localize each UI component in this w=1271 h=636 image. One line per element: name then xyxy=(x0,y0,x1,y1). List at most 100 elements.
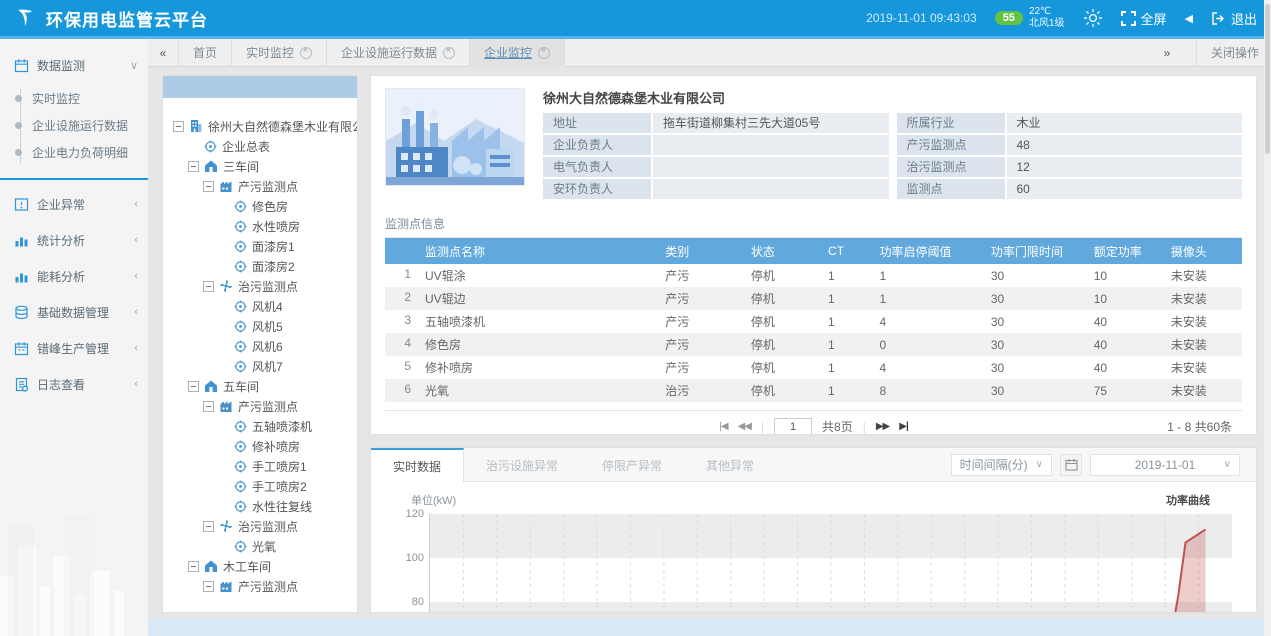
tree-node-label: 手工喷房2 xyxy=(252,478,307,495)
sidebar-item-3[interactable]: 能耗分析‹ xyxy=(0,258,148,294)
tab-1[interactable]: 实时监控 xyxy=(232,39,327,67)
tree-node[interactable]: 水性喷房 xyxy=(173,216,353,236)
tree-node[interactable]: 面漆房1 xyxy=(173,236,353,256)
sidebar-item-0[interactable]: 数据监测∨ xyxy=(0,47,148,83)
bottom-tab-3[interactable]: 其他异常 xyxy=(684,448,776,482)
info-field-value xyxy=(653,157,889,177)
tree-node[interactable]: 面漆房2 xyxy=(173,256,353,276)
logout-label: 退出 xyxy=(1231,9,1257,28)
close-icon[interactable] xyxy=(443,47,455,59)
bottom-tab-1[interactable]: 治污设施异常 xyxy=(464,448,580,482)
table-cell: 1 xyxy=(822,384,873,398)
bottom-tab-2[interactable]: 停限产异常 xyxy=(580,448,684,482)
interval-select[interactable]: 时间间隔(分) ∨ xyxy=(951,454,1052,476)
close-icon[interactable] xyxy=(300,47,312,59)
tree-node[interactable]: 三车间 xyxy=(173,156,353,176)
tree-node[interactable]: 治污监测点 xyxy=(173,516,353,536)
datetime-display: 2019-11-01 09:43:03 xyxy=(866,11,977,25)
tab-label: 企业设施运行数据 xyxy=(341,44,437,61)
table-row[interactable]: 6光氧治污停机183075未安装 xyxy=(385,379,1242,402)
tree-node[interactable]: 企业总表 xyxy=(173,136,353,156)
sidebar-item-2[interactable]: 统计分析‹ xyxy=(0,222,148,258)
tree-expander-icon[interactable] xyxy=(188,561,199,572)
tree-node[interactable]: 五轴喷漆机 xyxy=(173,416,353,436)
info-field-value xyxy=(653,135,889,155)
bullet-icon xyxy=(15,122,22,129)
tree-expander-icon[interactable] xyxy=(203,181,214,192)
sidebar-item-1[interactable]: 企业异常‹ xyxy=(0,186,148,222)
tree-node[interactable]: 手工喷房1 xyxy=(173,456,353,476)
sidebar-item-5[interactable]: 错峰生产管理‹ xyxy=(0,330,148,366)
fullscreen-button[interactable]: 全屏 xyxy=(1121,9,1167,28)
tree-expander-icon[interactable] xyxy=(188,161,199,172)
sidebar-subitem[interactable]: 企业电力负荷明细 xyxy=(0,139,148,166)
page-number-input[interactable] xyxy=(774,418,812,436)
window-scrollbar[interactable] xyxy=(1264,0,1271,636)
tree-expander-icon[interactable] xyxy=(203,521,214,532)
tree-node[interactable]: 风机4 xyxy=(173,296,353,316)
tree-expander-icon[interactable] xyxy=(203,281,214,292)
calendar-picker-button[interactable] xyxy=(1060,454,1082,476)
prev-page-icon[interactable]: ◀◀ xyxy=(738,421,751,432)
tree-node[interactable]: 风机6 xyxy=(173,336,353,356)
factory-icon xyxy=(219,179,233,193)
table-row[interactable]: 3五轴喷漆机产污停机143040未安装 xyxy=(385,310,1242,333)
rows-range-label: 1 - 8 共60条 xyxy=(1167,418,1232,435)
bottom-tab-0[interactable]: 实时数据 xyxy=(371,448,464,482)
collapse-left-icon[interactable]: ◀ xyxy=(1185,12,1193,25)
sidebar-item-6[interactable]: 日志查看‹ xyxy=(0,366,148,402)
point-icon xyxy=(234,460,247,473)
close-operations-button[interactable]: 关闭操作 xyxy=(1196,39,1259,67)
tree-node-label: 面漆房2 xyxy=(252,258,295,275)
tree-node[interactable]: 水性往复线 xyxy=(173,496,353,516)
tree-node[interactable]: 风机5 xyxy=(173,316,353,336)
tree-node[interactable]: 产污监测点 xyxy=(173,176,353,196)
tabs-scroll-left-button[interactable]: « xyxy=(148,46,178,60)
tree-expander-icon[interactable] xyxy=(203,581,214,592)
first-page-icon[interactable]: |◀ xyxy=(719,421,727,432)
date-select[interactable]: 2019-11-01 ∨ xyxy=(1090,454,1240,476)
tree-node[interactable]: 五车间 xyxy=(173,376,353,396)
table-row[interactable]: 1UV辊涂产污停机113010未安装 xyxy=(385,264,1242,287)
table-cell: 75 xyxy=(1088,384,1165,398)
col-header: 功率启停阈值 xyxy=(873,243,984,260)
table-cell: 停机 xyxy=(745,313,822,330)
tab-0[interactable]: 首页 xyxy=(178,39,232,67)
scrollbar-thumb[interactable] xyxy=(1265,4,1270,154)
sidebar-subitem[interactable]: 实时监控 xyxy=(0,85,148,112)
tree-expander-icon[interactable] xyxy=(203,401,214,412)
tree-node[interactable]: 风机7 xyxy=(173,356,353,376)
tree-node-label: 风机6 xyxy=(252,338,283,355)
tabs-scroll-right-button[interactable]: » xyxy=(1152,46,1182,60)
tree-node[interactable]: 产污监测点 xyxy=(173,576,353,596)
table-cell: 1 xyxy=(822,361,873,375)
logout-button[interactable]: 退出 xyxy=(1211,9,1257,28)
table-row[interactable]: 5修补喷房产污停机143040未安装 xyxy=(385,356,1242,379)
sidebar-submenu: 实时监控企业设施运行数据企业电力负荷明细 xyxy=(0,83,148,174)
interval-select-value: 时间间隔(分) xyxy=(960,456,1028,473)
tree-expander-icon[interactable] xyxy=(173,121,184,132)
close-icon[interactable] xyxy=(538,47,550,59)
sidebar-subitem[interactable]: 企业设施运行数据 xyxy=(0,112,148,139)
tree-node[interactable]: 治污监测点 xyxy=(173,276,353,296)
tree-node[interactable]: 产污监测点 xyxy=(173,396,353,416)
tree-node-label: 手工喷房1 xyxy=(252,458,307,475)
table-cell: 未安装 xyxy=(1165,336,1242,353)
table-row[interactable]: 4修色房产污停机103040未安装 xyxy=(385,333,1242,356)
tree-node[interactable]: 木工车间 xyxy=(173,556,353,576)
next-page-icon[interactable]: ▶▶ xyxy=(876,421,889,432)
table-row[interactable]: 2UV辊边产污停机113010未安装 xyxy=(385,287,1242,310)
tree-expander-icon[interactable] xyxy=(188,381,199,392)
logout-icon xyxy=(1211,11,1226,26)
last-page-icon[interactable]: ▶| xyxy=(899,421,908,432)
tree-node[interactable]: 手工喷房2 xyxy=(173,476,353,496)
tab-3[interactable]: 企业监控 xyxy=(470,39,565,67)
sidebar-item-4[interactable]: 基础数据管理‹ xyxy=(0,294,148,330)
tree-node[interactable]: 修色房 xyxy=(173,196,353,216)
tree-node[interactable]: 光氧 xyxy=(173,536,353,556)
tab-2[interactable]: 企业设施运行数据 xyxy=(327,39,470,67)
temperature-label: 22℃ xyxy=(1029,6,1051,17)
tree-node[interactable]: 徐州大自然德森堡木业有限公司 xyxy=(173,116,353,136)
tree-node[interactable]: 修补喷房 xyxy=(173,436,353,456)
tree-node-label: 木工车间 xyxy=(223,558,271,575)
